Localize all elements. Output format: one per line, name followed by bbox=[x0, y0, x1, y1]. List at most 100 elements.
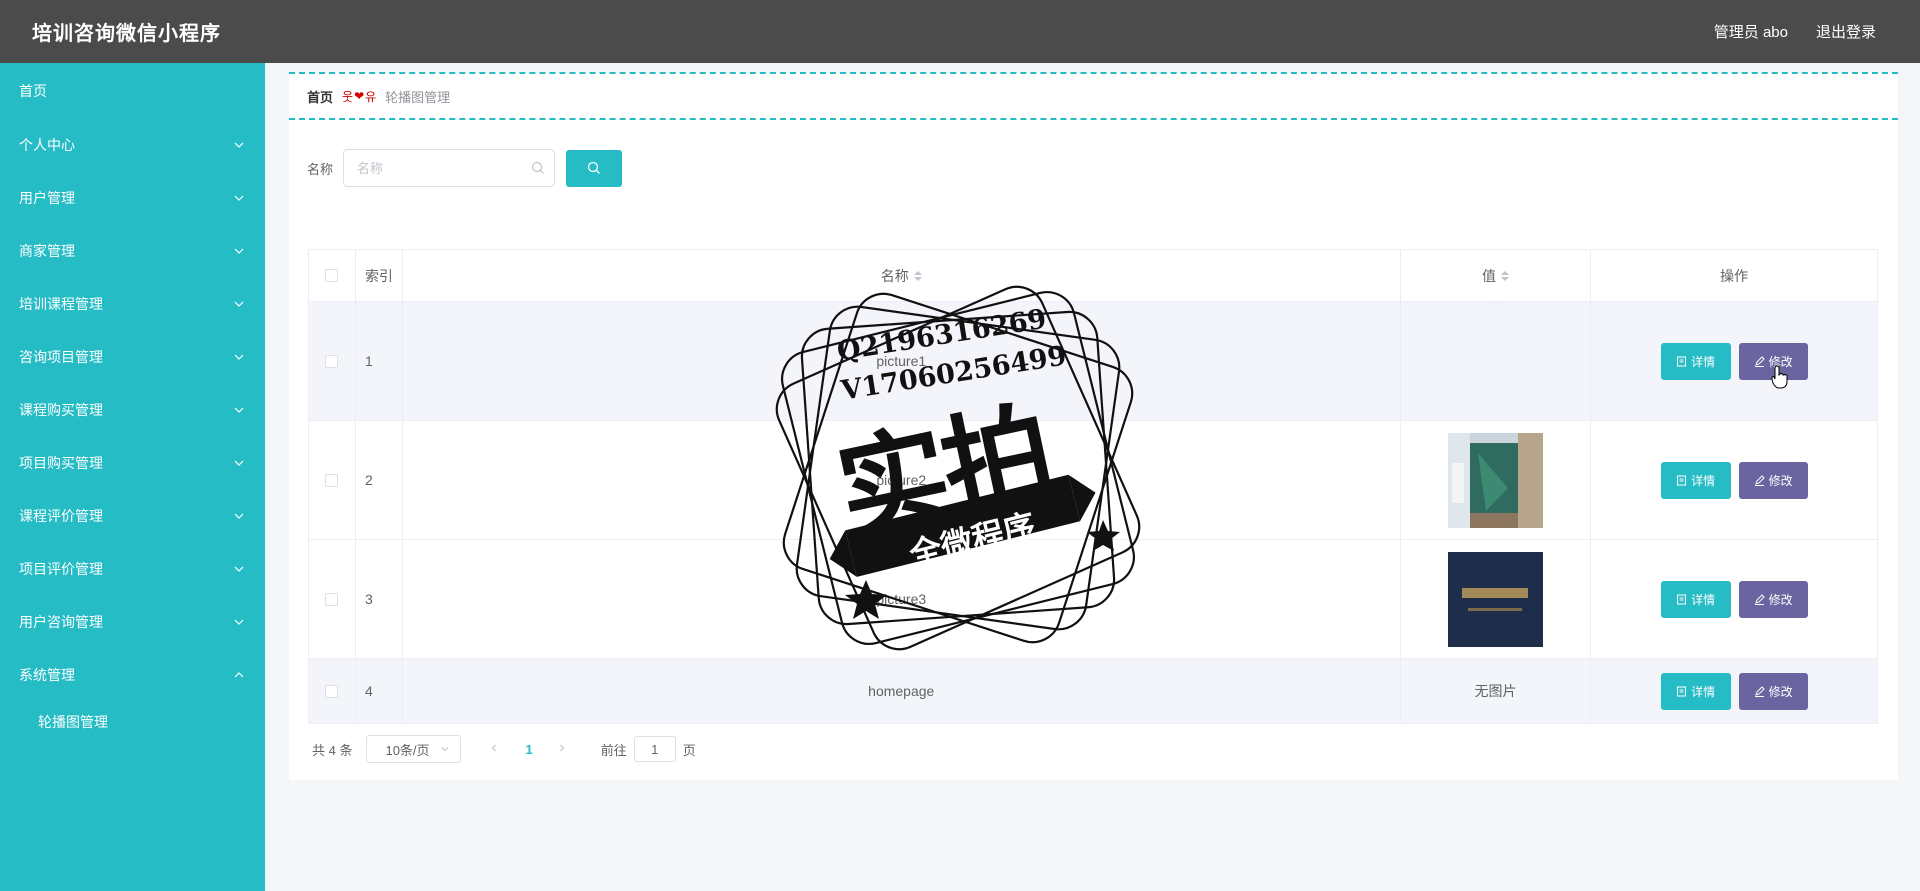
row-index: 1 bbox=[356, 302, 403, 420]
pagination-total: 共 4 条 bbox=[312, 742, 353, 758]
chevron-down-icon bbox=[442, 747, 449, 752]
document-icon bbox=[1677, 475, 1687, 485]
edit-button[interactable]: 修改 bbox=[1738, 672, 1808, 710]
row-actions: 详情 修改 bbox=[1591, 302, 1877, 420]
heart-icon: ❤ bbox=[354, 89, 365, 103]
sort-icon[interactable] bbox=[1500, 270, 1509, 281]
sidebar-item-user-consult-management[interactable]: 用户咨询管理 bbox=[0, 595, 265, 648]
document-icon bbox=[1677, 686, 1687, 696]
detail-button[interactable]: 详情 bbox=[1660, 672, 1731, 710]
page-size-select[interactable]: 10条/页 bbox=[366, 735, 462, 763]
document-icon bbox=[1677, 594, 1687, 604]
thumbnail-image[interactable] bbox=[1447, 551, 1543, 647]
table-row: 4 homepage 无图片 详情 修改 bbox=[309, 659, 1877, 723]
sidebar: 首页 个人中心 用户管理 商家管理 培训课程管理 咨询项目管理 课程购买管理 项… bbox=[0, 63, 265, 891]
page-jumper: 前往 页 bbox=[601, 736, 696, 762]
logout-button[interactable]: 退出登录 bbox=[1816, 21, 1876, 42]
sidebar-subitem-carousel-management[interactable]: 轮播图管理 bbox=[0, 701, 265, 743]
sidebar-item-user-management[interactable]: 用户管理 bbox=[0, 171, 265, 224]
breadcrumb: 首页 웃 ❤ 유 轮播图管理 bbox=[289, 72, 1898, 120]
sidebar-item-course-review-management[interactable]: 课程评价管理 bbox=[0, 489, 265, 542]
row-checkbox[interactable] bbox=[325, 684, 339, 698]
edit-button[interactable]: 修改 bbox=[1738, 461, 1808, 499]
search-label: 名称 bbox=[307, 161, 334, 177]
chevron-down-icon bbox=[233, 616, 245, 628]
sidebar-item-label: 个人中心 bbox=[19, 136, 75, 153]
search-input[interactable] bbox=[344, 151, 525, 185]
edit-button[interactable]: 修改 bbox=[1738, 580, 1808, 618]
chevron-up-icon bbox=[233, 669, 245, 681]
select-all-checkbox[interactable] bbox=[325, 269, 339, 282]
row-checkbox[interactable] bbox=[325, 592, 339, 606]
row-value bbox=[1401, 421, 1592, 539]
page-number-current[interactable]: 1 bbox=[519, 742, 538, 757]
pencil-icon bbox=[1754, 474, 1765, 486]
sidebar-item-label: 咨询项目管理 bbox=[19, 348, 103, 365]
header-actions: 管理员 abo 退出登录 bbox=[1714, 21, 1876, 42]
sidebar-item-home[interactable]: 首页 bbox=[0, 63, 265, 118]
row-name: picture2 bbox=[403, 421, 1401, 539]
sidebar-item-course-purchase-management[interactable]: 课程购买管理 bbox=[0, 383, 265, 436]
detail-button[interactable]: 详情 bbox=[1660, 580, 1731, 618]
breadcrumb-current: 轮播图管理 bbox=[385, 89, 451, 105]
sidebar-item-system-management[interactable]: 系统管理 bbox=[0, 648, 265, 701]
row-actions: 详情 修改 bbox=[1591, 540, 1877, 658]
thumbnail-image[interactable] bbox=[1447, 432, 1543, 528]
row-actions: 详情 修改 bbox=[1591, 421, 1877, 539]
sidebar-item-project-review-management[interactable]: 项目评价管理 bbox=[0, 542, 265, 595]
chevron-down-icon bbox=[233, 351, 245, 363]
row-value bbox=[1401, 540, 1592, 658]
row-name: homepage bbox=[403, 659, 1401, 723]
table-row: 3 picture3 详情 修改 bbox=[309, 540, 1877, 659]
next-page-button[interactable] bbox=[557, 743, 569, 755]
sidebar-item-personal-center[interactable]: 个人中心 bbox=[0, 118, 265, 171]
document-icon bbox=[1677, 356, 1687, 366]
chevron-down-icon bbox=[233, 298, 245, 310]
top-header: 培训咨询微信小程序 管理员 abo 退出登录 bbox=[0, 0, 1920, 63]
thumbnail-image[interactable] bbox=[1448, 302, 1543, 312]
search-input-wrapper bbox=[343, 149, 556, 187]
breadcrumb-home[interactable]: 首页 bbox=[307, 87, 333, 106]
sort-icon[interactable] bbox=[913, 270, 922, 281]
pencil-icon bbox=[1754, 685, 1765, 697]
detail-button[interactable]: 详情 bbox=[1660, 461, 1731, 499]
table-row: 1 picture1 详情 修改 bbox=[309, 302, 1877, 421]
search-bar: 名称 bbox=[307, 149, 623, 187]
sidebar-item-consult-project-management[interactable]: 咨询项目管理 bbox=[0, 330, 265, 383]
table-header: 索引 名称 值 操作 bbox=[309, 250, 1877, 302]
row-index: 3 bbox=[356, 540, 403, 658]
column-header-value[interactable]: 值 bbox=[1401, 250, 1592, 301]
column-header-name[interactable]: 名称 bbox=[403, 250, 1401, 301]
app-title: 培训咨询微信小程序 bbox=[32, 23, 221, 45]
sidebar-item-merchant-management[interactable]: 商家管理 bbox=[0, 224, 265, 277]
carousel-table: 索引 名称 值 操作 1 picture1 详情 修改 2 picture2 详… bbox=[308, 249, 1878, 724]
row-checkbox[interactable] bbox=[325, 473, 339, 487]
chevron-right-icon bbox=[559, 744, 564, 752]
chevron-down-icon bbox=[233, 139, 245, 151]
chevron-down-icon bbox=[233, 192, 245, 204]
sidebar-item-project-purchase-management[interactable]: 项目购买管理 bbox=[0, 436, 265, 489]
sidebar-item-label: 用户管理 bbox=[19, 189, 75, 206]
chevron-down-icon bbox=[233, 457, 245, 469]
row-actions: 详情 修改 bbox=[1591, 659, 1877, 723]
row-index: 2 bbox=[356, 421, 403, 539]
prev-page-button[interactable] bbox=[489, 743, 501, 755]
search-button[interactable] bbox=[566, 149, 623, 187]
page-jump-input[interactable] bbox=[633, 736, 676, 762]
column-header-index: 索引 bbox=[356, 250, 403, 301]
sidebar-item-label: 系统管理 bbox=[19, 666, 75, 683]
pagination: 共 4 条 10条/页 1 前往 页 bbox=[312, 735, 696, 763]
column-header-ops: 操作 bbox=[1720, 267, 1749, 284]
breadcrumb-separator: 웃 ❤ 유 bbox=[342, 89, 377, 104]
search-icon bbox=[531, 161, 544, 174]
sidebar-subitem-label: 轮播图管理 bbox=[38, 714, 108, 730]
sidebar-item-label: 课程评价管理 bbox=[19, 507, 103, 524]
sidebar-item-label: 培训课程管理 bbox=[19, 295, 103, 312]
sidebar-item-label: 项目评价管理 bbox=[19, 560, 103, 577]
row-name: picture1 bbox=[403, 302, 1401, 420]
chevron-left-icon bbox=[492, 744, 497, 752]
current-user-label[interactable]: 管理员 abo bbox=[1714, 21, 1788, 42]
row-checkbox[interactable] bbox=[325, 354, 339, 368]
detail-button[interactable]: 详情 bbox=[1660, 342, 1731, 380]
sidebar-item-course-management[interactable]: 培训课程管理 bbox=[0, 277, 265, 330]
